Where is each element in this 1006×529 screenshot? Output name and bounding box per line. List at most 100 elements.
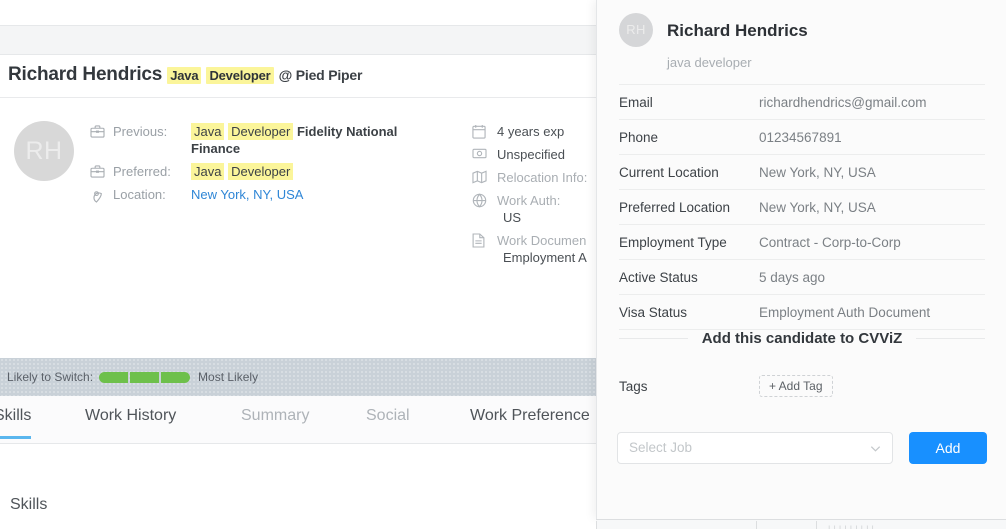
work-documents-label: Work Documen — [497, 233, 587, 248]
page-title: Richard Hendrics Java Developer @ Pied P… — [8, 64, 362, 86]
skills-section: Skills — [0, 444, 598, 529]
briefcase-icon — [90, 123, 108, 138]
salary-text: Unspecified — [497, 147, 565, 162]
map-icon — [472, 169, 490, 184]
work-documents-text: Work Documen Employment A — [497, 232, 587, 266]
panel-key-current-location: Current Location — [619, 164, 719, 180]
detail-row-salary: Unspecified — [472, 146, 598, 163]
tab-social[interactable]: Social — [366, 407, 410, 425]
panel-row-active-status: Active Status 5 days ago — [619, 259, 985, 294]
detail-label-previous: Previous: — [113, 124, 168, 139]
panel-field-table: Email richardhendrics@gmail.com Phone 01… — [619, 84, 985, 330]
likely-to-switch-bar: Likely to Switch: Most Likely — [0, 358, 598, 396]
candidate-details-right: 4 years exp Unspecified Relocation Info:… — [472, 123, 598, 272]
page-title-tag-java: Java — [167, 67, 202, 84]
tab-summary[interactable]: Summary — [241, 407, 309, 425]
page-bottom-sliver: | | | | | | | | | — [596, 519, 1006, 529]
panel-row-preferred-location: Preferred Location New York, NY, USA — [619, 189, 985, 224]
detail-row-work-documents: Work Documen Employment A — [472, 232, 598, 266]
detail-row-location: Location: New York, NY, USA — [90, 186, 450, 203]
panel-avatar: RH — [619, 13, 653, 47]
page-top-strip — [0, 25, 598, 55]
panel-footer: Select Job Add — [617, 432, 987, 464]
detail-row-relocation: Relocation Info: — [472, 169, 598, 186]
work-auth-label: Work Auth: — [497, 193, 561, 208]
page-title-name: Richard Hendrics — [8, 64, 163, 85]
panel-row-visa-status: Visa Status Employment Auth Document — [619, 294, 985, 330]
page-title-tag-developer: Developer — [206, 67, 274, 84]
panel-row-email: Email richardhendrics@gmail.com — [619, 84, 985, 119]
work-auth-text: Work Auth: US — [497, 192, 560, 226]
preferred-tag-developer: Developer — [228, 163, 294, 180]
divider-line-right — [916, 338, 986, 339]
panel-section-divider: Add this candidate to CVViZ — [619, 330, 986, 347]
detail-value-previous: Java Developer Fidelity National Finance — [191, 123, 450, 157]
panel-section-caption: Add this candidate to CVViZ — [701, 330, 903, 347]
sliver-text: | | | | | | | | | — [828, 524, 875, 529]
preferred-tag-java: Java — [191, 163, 225, 180]
detail-value-location[interactable]: New York, NY, USA — [191, 186, 450, 203]
detail-row-experience: 4 years exp — [472, 123, 598, 140]
meter-segment — [161, 371, 191, 383]
avatar: RH — [14, 121, 74, 181]
panel-row-employment-type: Employment Type Contract - Corp-to-Corp — [619, 224, 985, 259]
work-auth-value: US — [503, 210, 522, 225]
select-job-placeholder: Select Job — [629, 440, 693, 455]
detail-label-location: Location: — [113, 187, 166, 202]
panel-value-preferred-location: New York, NY, USA — [759, 199, 876, 215]
work-documents-value: Employment A — [503, 250, 587, 265]
experience-text: 4 years exp — [497, 124, 565, 139]
relocation-text: Relocation Info: — [497, 170, 588, 185]
likely-to-switch-value: Most Likely — [198, 370, 259, 384]
panel-candidate-subtitle: java developer — [667, 55, 752, 70]
add-button[interactable]: Add — [909, 432, 987, 464]
detail-row-preferred: Preferred: Java Developer — [90, 163, 450, 180]
panel-key-phone: Phone — [619, 129, 659, 145]
panel-value-visa-status: Employment Auth Document — [759, 304, 931, 320]
panel-value-employment-type: Contract - Corp-to-Corp — [759, 234, 901, 250]
screen: Richard Hendrics Java Developer @ Pied P… — [0, 0, 1006, 529]
add-tag-button[interactable]: + Add Tag — [759, 375, 833, 397]
candidate-detail-panel: RH Richard Hendrics java developer Email… — [596, 0, 1006, 519]
panel-row-phone: Phone 01234567891 — [619, 119, 985, 154]
panel-value-email: richardhendrics@gmail.com — [759, 94, 927, 110]
chevron-down-icon — [869, 442, 882, 455]
tab-skills[interactable]: Skills — [0, 407, 32, 439]
detail-row-previous: Previous: Java Developer Fidelity Nation… — [90, 123, 450, 157]
panel-header: RH Richard Hendrics java developer — [619, 10, 996, 70]
divider-line-left — [619, 338, 688, 339]
panel-key-active-status: Active Status — [619, 269, 698, 285]
tab-work-preference[interactable]: Work Preference — [470, 407, 590, 425]
location-pin-icon — [90, 186, 108, 203]
meter-segment — [99, 371, 129, 383]
briefcase-icon — [90, 163, 108, 178]
panel-value-current-location: New York, NY, USA — [759, 164, 876, 180]
panel-value-phone: 01234567891 — [759, 129, 842, 145]
select-job-dropdown[interactable]: Select Job — [617, 432, 893, 464]
tab-work-history[interactable]: Work History — [85, 407, 176, 425]
likely-to-switch-label: Likely to Switch: — [7, 370, 94, 384]
money-icon — [472, 146, 490, 160]
previous-tag-developer: Developer — [228, 123, 294, 140]
panel-tags-row: Tags + Add Tag — [619, 375, 985, 397]
panel-row-current-location: Current Location New York, NY, USA — [619, 154, 985, 189]
panel-value-active-status: 5 days ago — [759, 269, 826, 285]
panel-key-preferred-location: Preferred Location — [619, 199, 731, 215]
section-title: Skills — [10, 496, 48, 513]
detail-label-preferred: Preferred: — [113, 164, 171, 179]
likely-to-switch-meter — [99, 371, 191, 383]
meter-segment — [130, 371, 160, 383]
page-title-company: @ Pied Piper — [278, 67, 363, 83]
panel-candidate-name: Richard Hendrics — [667, 21, 808, 40]
panel-key-employment-type: Employment Type — [619, 234, 727, 250]
document-icon — [472, 232, 490, 248]
panel-key-visa-status: Visa Status — [619, 304, 688, 320]
detail-row-work-auth: Work Auth: US — [472, 192, 598, 226]
previous-tag-java: Java — [191, 123, 225, 140]
candidate-details-left: Previous: Java Developer Fidelity Nation… — [90, 123, 450, 209]
panel-tags-label: Tags — [619, 378, 648, 394]
globe-icon — [472, 192, 490, 208]
tab-bar: Skills Work History Summary Social Work … — [0, 396, 598, 444]
calendar-icon — [472, 123, 490, 139]
panel-key-email: Email — [619, 94, 653, 110]
